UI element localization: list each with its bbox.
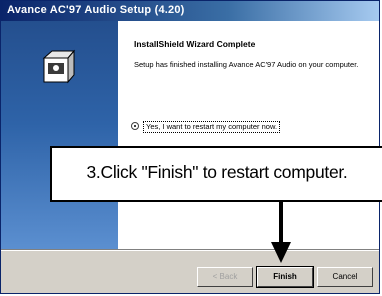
wizard-heading: InstallShield Wizard Complete [134,39,256,49]
callout-text: 3.Click "Finish" to restart computer. [86,162,348,182]
wizard-description: Setup has finished installing Avance AC'… [134,60,359,69]
wizard-content: InstallShield Wizard Complete Setup has … [118,21,379,249]
cancel-button[interactable]: Cancel [317,267,373,287]
wizard-banner [1,21,118,249]
title-bar[interactable]: Avance AC'97 Audio Setup (4.20) [1,1,379,21]
button-separator [1,249,379,251]
restart-radio-label[interactable]: Yes, I want to restart my computer now. [143,121,281,133]
installer-box-icon [42,49,76,84]
window-title: Avance AC'97 Audio Setup (4.20) [7,4,185,16]
restart-radio[interactable] [131,122,139,130]
finish-button[interactable]: Finish [256,266,314,288]
down-arrow-icon [271,202,291,263]
back-button[interactable]: < Back [197,267,253,287]
instruction-callout: 3.Click "Finish" to restart computer. [50,146,382,202]
